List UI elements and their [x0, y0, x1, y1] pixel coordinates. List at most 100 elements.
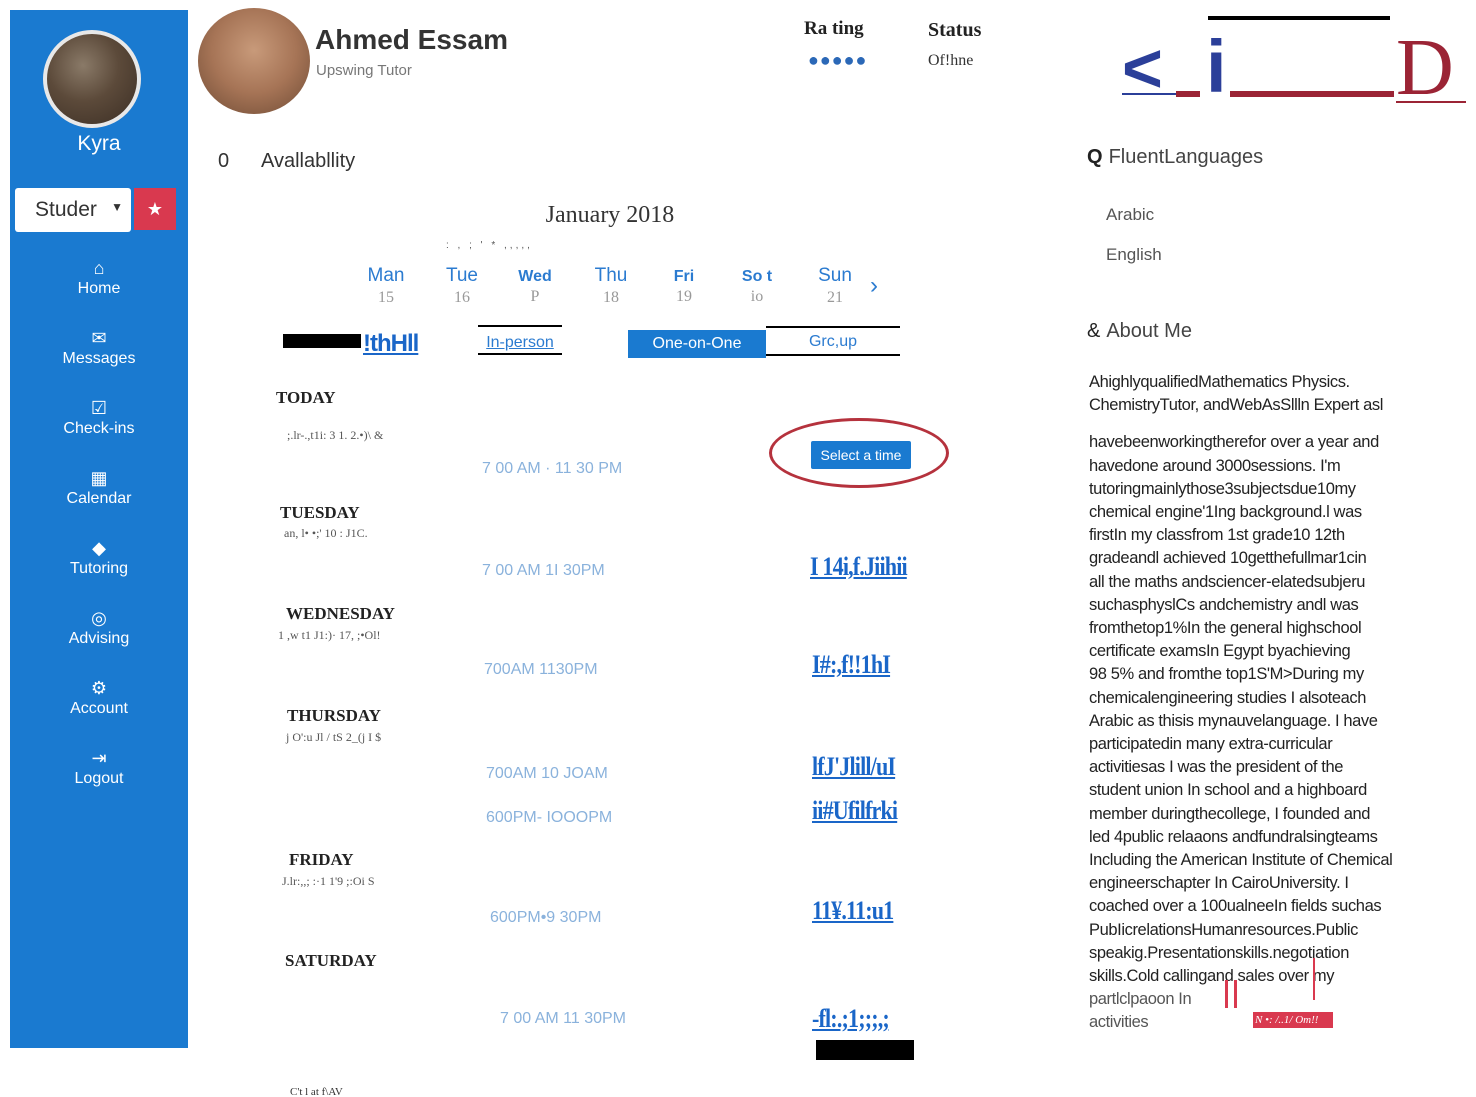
filter-link[interactable]: !thHll [363, 330, 419, 358]
sidebar-item-messages[interactable]: ✉ Messages [10, 328, 188, 368]
about-line: member duringthecollege, I founded and [1089, 804, 1371, 823]
availability-title: Avallabllity [261, 150, 356, 172]
schedule-day: TODAY [276, 388, 336, 407]
status-value: Of!hne [928, 52, 974, 69]
redaction-bar-bottom [816, 1040, 914, 1060]
day-tab[interactable]: So t io [722, 265, 792, 306]
logo-right: D [1396, 24, 1454, 110]
about-line: led 4public relaaons andfundralsingteams [1089, 827, 1378, 846]
about-line: suchasphyslCs andchemistry andl was [1089, 595, 1359, 614]
schedule-day: SATURDAY [285, 951, 377, 970]
day-name: Thu [594, 265, 628, 286]
day-number: io [750, 288, 764, 305]
day-number: 16 [454, 289, 470, 306]
filter-group[interactable]: Grc,up [766, 326, 900, 356]
about-line: Arabic as thisis mynauvelanguage. I have [1089, 711, 1378, 730]
sidebar-item-logout[interactable]: ⇥ Logout [10, 748, 188, 788]
about-line: gradeandl achieved 10getthefullmar1cin [1089, 549, 1367, 568]
tutor-name: Ahmed Essam [315, 24, 508, 55]
lifebuoy-icon: ◎ [91, 608, 107, 628]
about-line: participatedin many extra-curricular [1089, 735, 1333, 754]
about-line: tutoringmainlythose3subjectsdue10my [1089, 479, 1356, 498]
tutor-subtitle: Upswing Tutor [316, 62, 412, 79]
redaction-bar [283, 334, 361, 348]
select-time-button[interactable]: Select a time [811, 441, 911, 469]
day-tab[interactable]: Wed P [500, 265, 570, 306]
schedule-action-link[interactable]: I 14i,f.Jiihii [810, 552, 908, 582]
filter-one-on-one[interactable]: One-on-One [628, 330, 766, 358]
about-line: student union In school and a highboard [1089, 781, 1367, 800]
sidebar-item-advising[interactable]: ◎ Advising [10, 608, 188, 648]
day-name: Sun [818, 265, 852, 286]
sidebar-item-account[interactable]: ⚙ Account [10, 678, 188, 718]
sidebar-item-label: Account [70, 700, 128, 717]
chevron-down-icon: ▼ [111, 200, 123, 214]
filter-in-person[interactable]: In-person [478, 325, 562, 355]
sidebar-user-name: Kyra [77, 132, 121, 155]
sidebar-item-check-ins[interactable]: ☑ Check-ins [10, 398, 188, 438]
schedule-action-link[interactable]: lfJ'Jlill/uI [812, 752, 896, 782]
schedule-action-link[interactable]: 11¥.11:u1 [812, 896, 894, 926]
schedule-action-link[interactable]: -fl:.;1;;;,; [812, 1004, 890, 1034]
about-line: activitiesas I was the president of the [1089, 758, 1344, 777]
tutor-avatar [198, 8, 310, 114]
about-line: havebeenworkingtherefor over a year and [1089, 433, 1379, 452]
gear-icon: ⚙ [90, 678, 108, 698]
about-icon: & [1087, 320, 1101, 342]
envelope-icon: ✉ [91, 328, 107, 348]
language-item: English [1106, 245, 1162, 264]
sidebar-item-home[interactable]: ⌂ Home [10, 258, 188, 298]
favorite-button[interactable]: ★ [134, 188, 176, 230]
day-tab[interactable]: Thu 18 [576, 265, 646, 307]
schedule-day: WEDNESDAY [286, 604, 395, 623]
language-item: Arabic [1106, 205, 1155, 224]
about-header: & About Me [1087, 320, 1192, 343]
sidebar-item-label: Tutoring [69, 560, 129, 577]
languages-header: Q FluentLanguages [1087, 146, 1263, 169]
logo-left: < [1122, 29, 1163, 107]
sidebar-item-label: Messages [62, 350, 136, 367]
home-icon: ⌂ [93, 258, 105, 278]
about-line: fromthetop1%In the general highschool [1089, 619, 1362, 638]
status-label: Status [928, 19, 982, 41]
day-tab[interactable]: Fri 19 [649, 265, 719, 306]
sidebar-item-label: Home [77, 280, 121, 297]
day-number: 18 [603, 289, 619, 306]
calendar-icon: ▦ [90, 468, 108, 488]
logout-icon: ⇥ [91, 748, 107, 768]
red-mark [1234, 980, 1237, 1008]
about-line: PubIicrelationsHumanresources.Public [1089, 920, 1358, 939]
role-select[interactable]: Studer ▼ [15, 188, 131, 232]
rating-label: Ra ting [804, 18, 864, 39]
day-tab[interactable]: Sun 21 [800, 265, 870, 307]
avatar[interactable] [43, 30, 141, 128]
about-body: AhighlyqualifiedMathematics Physics. Chem… [1089, 371, 1449, 1035]
schedule-time: 7 00 AM 1I 30PM [482, 562, 605, 579]
day-number: 21 [827, 289, 843, 306]
star-icon: ★ [146, 199, 164, 219]
schedule-time: 7 00 AM · 11 30 PM [482, 460, 623, 477]
footer-noise: C't l at f\AV [290, 1086, 343, 1097]
about-line: partlclpaoon In [1089, 990, 1192, 1009]
about-line: coached over a 100ualneeIn fields suchas [1089, 897, 1382, 916]
day-tab[interactable]: Man 15 [351, 265, 421, 307]
about-line: certificate examsIn Egypt byachieving [1089, 642, 1351, 661]
day-number: P [530, 288, 540, 305]
sidebar-item-calendar[interactable]: ▦ Calendar [10, 468, 188, 508]
calendar-month: January 2018 [545, 202, 675, 228]
languages-icon: Q [1087, 146, 1103, 168]
sidebar-item-tutoring[interactable]: ◆ Tutoring [10, 538, 188, 578]
schedule-action-link[interactable]: I#:,f!!1hI [812, 650, 891, 680]
next-week-button[interactable]: › [870, 272, 878, 300]
day-tab[interactable]: Tue 16 [427, 265, 497, 307]
sidebar: Kyra Studer ▼ ★ ⌂ Home ✉ Messages ☑ Check-ins… [10, 10, 188, 1048]
about-line: all the maths andsciencer-elatedsubjeru [1089, 572, 1366, 591]
schedule-action-link[interactable]: ii#Ufilfrki [812, 796, 898, 826]
about-line: ChemistryTutor, andWebAsSllln Expert asl [1089, 396, 1383, 415]
sidebar-item-label: Check-ins [63, 420, 135, 437]
schedule-date: 1 ,w t1 J1:)· 17, ;•Ol! [278, 628, 381, 642]
day-name: Man [367, 265, 405, 286]
availability-number: 0 [218, 150, 230, 172]
about-footer-red: N •: /..1/ Om!! [1253, 1012, 1333, 1028]
day-name: Wed [518, 268, 552, 285]
